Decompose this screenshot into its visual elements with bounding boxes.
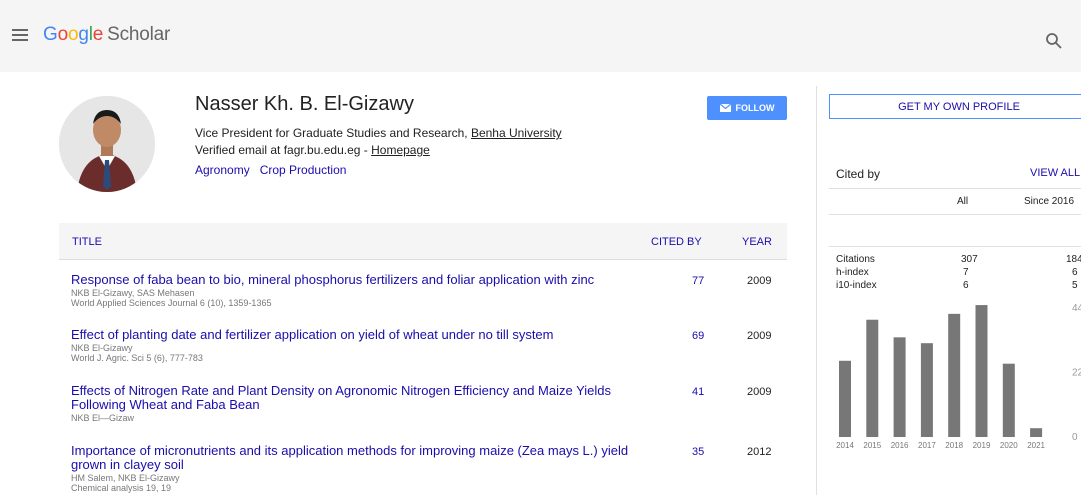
citations-per-year-chart: 44 22 0 2014 2015 2016 2017 2018 2019 2020 2021 xyxy=(836,303,1081,450)
chart-bar-2019[interactable] xyxy=(975,305,988,437)
article-title[interactable]: Response of faba bean to bio, mineral ph… xyxy=(71,273,651,287)
x-tick-label: 2020 xyxy=(1000,441,1018,450)
col-header-all: All xyxy=(957,196,969,207)
affiliation-link[interactable]: Benha University xyxy=(471,126,562,140)
interest-link-agronomy[interactable]: Agronomy xyxy=(195,163,250,177)
article-year: 2009 xyxy=(747,330,772,342)
chart-bar-2015[interactable] xyxy=(866,319,879,437)
cited-by-heading: Cited by xyxy=(836,167,881,181)
article-year: 2009 xyxy=(747,386,772,398)
stat-h-index-since: 6 xyxy=(1072,267,1078,278)
divider xyxy=(829,246,1081,247)
view-all-link[interactable]: VIEW ALL xyxy=(1030,167,1080,179)
homepage-link[interactable]: Homepage xyxy=(371,143,430,157)
sort-by-cited[interactable]: CITED BY xyxy=(651,236,702,248)
y-tick-label: 22 xyxy=(1072,368,1081,379)
stat-h-index-all: 7 xyxy=(963,267,969,278)
follow-button[interactable]: FOLLOW xyxy=(707,96,787,120)
articles-table-header: TITLE CITED BY YEAR xyxy=(59,223,787,260)
sort-by-title[interactable]: TITLE xyxy=(72,236,102,248)
stat-label-h-index: h-index xyxy=(836,267,869,278)
column-divider xyxy=(816,86,817,495)
article-venue: World J. Agric. Sci 5 (6), 777-783 xyxy=(71,353,203,363)
stat-citations-all: 307 xyxy=(961,254,978,265)
x-tick-label: 2019 xyxy=(973,441,991,450)
stat-i10-index-all: 6 xyxy=(963,280,969,291)
profile-photo xyxy=(59,96,155,192)
x-tick-label: 2015 xyxy=(863,441,881,450)
article-title[interactable]: Effects of Nitrogen Rate and Plant Densi… xyxy=(71,384,651,412)
sort-by-year[interactable]: YEAR xyxy=(742,236,772,248)
cited-count[interactable]: 35 xyxy=(692,446,704,458)
article-title[interactable]: Effect of planting date and fertilizer a… xyxy=(71,328,651,342)
top-bar: Google Scholar xyxy=(0,0,1081,72)
y-tick-label: 0 xyxy=(1072,432,1078,443)
article-year: 2012 xyxy=(747,446,772,458)
x-tick-label: 2017 xyxy=(918,441,936,450)
chart-bar-2014[interactable] xyxy=(839,360,851,437)
y-tick-label: 44 xyxy=(1072,303,1081,314)
chart-bar-2016[interactable] xyxy=(893,337,906,437)
mail-icon xyxy=(719,104,731,112)
article-venue: World Applied Sciences Journal 6 (10), 1… xyxy=(71,298,272,308)
logo-scholar-text: Scholar xyxy=(107,24,171,45)
profile-affiliation: Vice President for Graduate Studies and … xyxy=(195,126,562,140)
stat-label-i10-index: i10-index xyxy=(836,280,877,291)
divider xyxy=(829,188,1081,189)
col-header-since: Since 2016 xyxy=(1024,196,1075,207)
google-scholar-logo[interactable]: Google Scholar xyxy=(43,24,170,46)
x-tick-label: 2018 xyxy=(945,441,963,450)
x-tick-label: 2014 xyxy=(836,441,854,450)
profile-email: Verified email at fagr.bu.edu.eg - Homep… xyxy=(195,143,430,157)
search-icon[interactable] xyxy=(1045,32,1063,50)
stat-i10-index-since: 5 xyxy=(1072,280,1078,291)
research-interests: Agronomy Crop Production xyxy=(195,163,356,177)
interest-link-crop-production[interactable]: Crop Production xyxy=(260,163,347,177)
chart-bar-2017[interactable] xyxy=(920,343,933,437)
cited-count[interactable]: 41 xyxy=(692,386,704,398)
menu-icon[interactable] xyxy=(12,29,28,41)
article-venue: Chemical analysis 19, 19 xyxy=(71,483,172,493)
chart-bar-2021[interactable] xyxy=(1030,428,1043,437)
stat-label-citations: Citations xyxy=(836,254,875,265)
chart-bar-2020[interactable] xyxy=(1002,363,1015,437)
article-title[interactable]: Importance of micronutrients and its app… xyxy=(71,444,651,472)
article-year: 2009 xyxy=(747,275,772,287)
cited-count[interactable]: 69 xyxy=(692,330,704,342)
x-tick-label: 2021 xyxy=(1027,441,1045,450)
chart-bar-2018[interactable] xyxy=(948,313,961,437)
divider xyxy=(829,214,1081,215)
x-tick-label: 2016 xyxy=(891,441,909,450)
cited-count[interactable]: 77 xyxy=(692,275,704,287)
profile-name: Nasser Kh. B. El-Gizawy xyxy=(195,93,414,115)
stat-citations-since: 184 xyxy=(1066,254,1081,265)
article-authors: NKB El—Gizaw xyxy=(71,413,135,423)
get-my-own-profile-button[interactable]: GET MY OWN PROFILE xyxy=(829,94,1081,119)
